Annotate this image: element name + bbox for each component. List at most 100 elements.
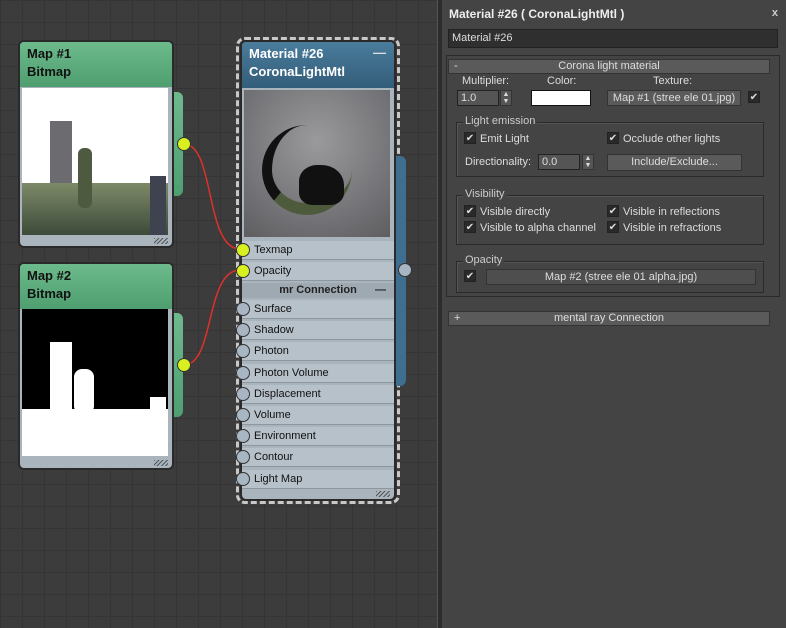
multiplier-input[interactable]: 1.0 — [457, 90, 499, 106]
slot-label: Environment — [254, 430, 316, 443]
group-label: Light emission — [463, 115, 538, 127]
opacity-input-socket[interactable] — [236, 264, 250, 278]
input-socket[interactable] — [236, 429, 250, 444]
rollout-title: Corona light material — [558, 60, 660, 72]
slot-label: Shadow — [254, 324, 294, 337]
slot-photon-volume[interactable]: Photon Volume — [236, 363, 394, 383]
visibility-group: Visibility — [456, 188, 764, 245]
slot-displacement[interactable]: Displacement — [236, 384, 394, 404]
texture-label: Texture: — [653, 75, 693, 87]
map2-header[interactable]: Map #2 Bitmap — [20, 264, 172, 309]
resize-grip[interactable] — [154, 460, 168, 466]
input-socket[interactable] — [236, 471, 250, 486]
material-title: Material #26 — [249, 46, 324, 61]
visible-refractions-checkbox[interactable]: ✔ — [607, 221, 619, 233]
opacity-checkbox[interactable]: ✔ — [464, 270, 476, 282]
section-toggle[interactable]: — — [375, 283, 386, 298]
collapse-button[interactable]: — — [373, 44, 386, 62]
opacity-map-button[interactable]: Map #2 (stree ele 01 alpha.jpg) — [486, 269, 756, 285]
corona-rollout-header[interactable]: - Corona light material — [448, 59, 770, 74]
texture-enable-checkbox[interactable]: ✔ — [748, 91, 760, 103]
map1-node[interactable]: Map #1 Bitmap — [18, 40, 174, 248]
map2-type: Bitmap — [27, 286, 72, 301]
slot-texmap[interactable]: Texmap — [236, 241, 394, 260]
slot-environment[interactable]: Environment — [236, 427, 394, 447]
wire-opacity — [183, 269, 241, 366]
map2-thumbnail — [22, 309, 168, 456]
slot-photon[interactable]: Photon — [236, 342, 394, 362]
map1-output-socket[interactable] — [177, 137, 191, 151]
occlude-label: Occlude other lights — [623, 133, 721, 145]
rollout-title: mental ray Connection — [553, 312, 665, 324]
mental-ray-rollout-header[interactable]: + mental ray Connection — [448, 311, 770, 326]
visible-reflections-label: Visible in reflections — [623, 206, 721, 218]
map1-header[interactable]: Map #1 Bitmap — [20, 42, 172, 87]
rollout-toggle: - — [454, 60, 458, 72]
input-socket[interactable] — [236, 408, 250, 422]
panel-title: Material #26 ( CoronaLightMtl ) — [449, 7, 625, 21]
material-parameters-panel: Material #26 ( CoronaLightMtl ) x Materi… — [442, 0, 786, 628]
visible-reflections-checkbox[interactable]: ✔ — [607, 205, 619, 217]
input-socket[interactable] — [236, 450, 250, 465]
color-label: Color: — [547, 75, 577, 87]
input-socket[interactable] — [236, 386, 250, 401]
material-type: CoronaLightMtl — [249, 64, 346, 79]
material-name-field[interactable]: Material #26 — [448, 29, 778, 48]
visible-alpha-checkbox[interactable]: ✔ — [464, 221, 476, 233]
slot-surface[interactable]: Surface — [236, 300, 394, 319]
group-label: Visibility — [463, 188, 507, 200]
occlude-checkbox[interactable]: ✔ — [607, 132, 619, 144]
slot-label: Light Map — [254, 472, 303, 485]
texmap-input-socket[interactable] — [236, 243, 250, 257]
resize-grip[interactable] — [376, 491, 390, 497]
map2-title: Map #2 — [27, 268, 72, 283]
material-node[interactable]: Material #26 CoronaLightMtl — Texmap Opa… — [236, 40, 396, 501]
visible-refractions-label: Visible in refractions — [623, 222, 722, 234]
input-socket[interactable] — [236, 302, 250, 316]
input-socket[interactable] — [236, 323, 250, 338]
material-output-socket[interactable] — [398, 263, 412, 277]
visible-directly-checkbox[interactable]: ✔ — [464, 205, 476, 217]
input-socket[interactable] — [236, 344, 250, 359]
emit-light-label: Emit Light — [480, 133, 529, 145]
slot-label: Texmap — [254, 244, 293, 256]
slot-label: Photon — [254, 345, 289, 358]
slot-label: Photon Volume — [254, 366, 329, 379]
section-title: mr Connection — [279, 284, 357, 296]
visible-directly-label: Visible directly — [480, 206, 551, 218]
material-header[interactable]: Material #26 CoronaLightMtl — — [242, 42, 394, 88]
close-button[interactable]: x — [772, 7, 778, 19]
texture-map-button[interactable]: Map #1 (stree ele 01.jpg) — [607, 90, 741, 106]
input-socket[interactable] — [236, 365, 250, 380]
map1-type: Bitmap — [27, 64, 72, 79]
map2-output-socket[interactable] — [177, 358, 191, 372]
slot-shadow[interactable]: Shadow — [236, 321, 394, 341]
include-exclude-button[interactable]: Include/Exclude... — [607, 154, 742, 171]
slot-light-map[interactable]: Light Map — [236, 469, 394, 489]
color-swatch[interactable] — [531, 90, 591, 106]
mr-connection-section[interactable]: mr Connection — — [242, 283, 394, 298]
directionality-label: Directionality: — [465, 156, 532, 168]
slot-volume[interactable]: Volume — [236, 406, 394, 425]
node-editor-canvas[interactable]: Map #1 Bitmap Map #2 Bitmap Material #26… — [0, 0, 437, 628]
slot-label: Contour — [254, 451, 294, 464]
directionality-input[interactable]: 0.0 — [538, 154, 580, 170]
multiplier-label: Multiplier: — [462, 75, 510, 87]
resize-grip[interactable] — [154, 238, 168, 244]
visible-alpha-label: Visible to alpha channel — [480, 222, 596, 234]
slot-contour[interactable]: Contour — [236, 448, 394, 468]
slot-opacity[interactable]: Opacity — [236, 262, 394, 281]
material-preview — [244, 90, 390, 237]
rollout-toggle: + — [454, 312, 461, 324]
multiplier-spinner[interactable]: ▲ ▼ — [500, 90, 512, 106]
map1-thumbnail — [22, 88, 168, 235]
group-label: Opacity — [463, 254, 505, 266]
map2-node[interactable]: Map #2 Bitmap — [18, 262, 174, 470]
slot-label: Surface — [254, 303, 292, 315]
slot-label: Opacity — [254, 265, 292, 277]
emit-light-checkbox[interactable]: ✔ — [464, 132, 476, 144]
wire-texmap — [183, 143, 241, 250]
directionality-spinner[interactable]: ▲ ▼ — [582, 154, 594, 170]
slot-label: Volume — [254, 409, 291, 421]
map1-title: Map #1 — [27, 46, 72, 61]
